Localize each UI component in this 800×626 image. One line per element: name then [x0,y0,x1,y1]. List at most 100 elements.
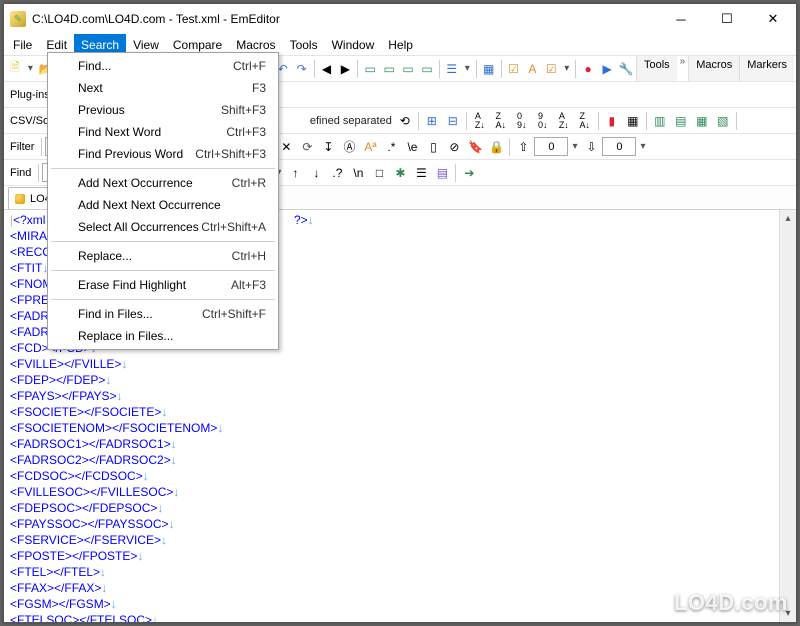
menu-item-replace-in-files[interactable]: Replace in Files... [50,325,276,347]
csv-more-button[interactable]: ▦ [623,111,643,131]
filter-lock-button[interactable]: 🔒 [486,137,506,157]
bookmark-prev-button[interactable]: ◀ [318,59,336,79]
find-highlight-button[interactable]: ▤ [432,163,452,183]
properties-button[interactable]: ☑ [505,59,523,79]
filter-above-spin[interactable]: ▾ [569,141,580,152]
menu-item-erase-find-highlight[interactable]: Erase Find HighlightAlt+F3 [50,274,276,296]
code-line: <FPAYS></FPAYS>↓ [10,388,773,404]
find-go-button[interactable]: ✱ [390,163,410,183]
menu-separator [51,299,275,300]
vertical-scrollbar[interactable]: ▴ ▾ [779,210,796,622]
wrap-none-button[interactable]: ▭ [361,59,379,79]
menu-item-find-previous-word[interactable]: Find Previous WordCtrl+Shift+F3 [50,143,276,165]
sort-az-desc[interactable]: ZA↓ [491,111,511,131]
menu-file[interactable]: File [6,34,39,55]
bookmark-next-button[interactable]: ▶ [336,59,354,79]
find-prev-button[interactable]: ↑ [285,163,305,183]
outline-button[interactable]: ▦ [480,59,498,79]
sort-09-asc[interactable]: 09↓ [512,111,532,131]
find-esc-button[interactable]: .? [327,163,347,183]
filter-below-spin[interactable]: ▾ [637,141,648,152]
new-file-button[interactable]: 🗎 [6,59,24,79]
menu-item-previous[interactable]: PreviousShift+F3 [50,99,276,121]
customize-button[interactable]: ☑ [542,59,560,79]
csv-g2[interactable]: ▤ [671,111,691,131]
menu-item-label: Find Previous Word [78,147,183,161]
csv-g4[interactable]: ▧ [713,111,733,131]
csv-g3[interactable]: ▦ [692,111,712,131]
find-next-button[interactable]: ↓ [306,163,326,183]
menu-item-find-in-files[interactable]: Find in Files...Ctrl+Shift+F [50,303,276,325]
find-run-button[interactable]: ➔ [459,163,479,183]
menu-tools[interactable]: Tools [283,34,325,55]
pane-tools-chev[interactable]: » [677,56,689,81]
code-line: <FTELSOC></FTELSOC>↓ [10,612,773,622]
delete-dup-button[interactable]: ▮ [602,111,622,131]
config-button[interactable]: ☰ [443,59,461,79]
run-macro-button[interactable]: ▶ [598,59,616,79]
csv-cols-button[interactable]: ⊞ [422,111,442,131]
maximize-button[interactable]: ☐ [704,4,750,34]
sort-az-asc[interactable]: AZ↓ [470,111,490,131]
menu-item-label: Add Next Occurrence [78,176,193,190]
filter-down-button[interactable]: ⇩ [581,137,601,157]
find-list-button[interactable]: ☰ [411,163,431,183]
menu-item-next[interactable]: NextF3 [50,77,276,99]
filter-up-button[interactable]: ⇧ [513,137,533,157]
menu-item-replace[interactable]: Replace...Ctrl+H [50,245,276,267]
filter-lines-below[interactable] [602,137,636,156]
menu-item-select-all-occurrences[interactable]: Select All OccurrencesCtrl+Shift+A [50,216,276,238]
filter-inc-button[interactable]: ↧ [318,137,338,157]
filter-escape-button[interactable]: \e [402,137,422,157]
csv-loop-icon[interactable]: ⟲ [395,111,415,131]
code-line: <FVILLESOC></FVILLESOC>↓ [10,484,773,500]
filter-clear-button[interactable]: ✕ [276,137,296,157]
filter-whole-button[interactable]: ▯ [423,137,443,157]
filter-lines-above[interactable] [534,137,568,156]
pane-markers[interactable]: Markers [739,56,794,81]
find-esc3-button[interactable]: □ [369,163,389,183]
scroll-up-button[interactable]: ▴ [780,210,796,227]
filter-regex-button[interactable]: .* [381,137,401,157]
find-esc2-button[interactable]: \n [348,163,368,183]
menu-item-label: Find Next Word [78,125,161,139]
new-file-menu[interactable]: ▾ [25,63,36,74]
sort-len-desc[interactable]: ZA↓ [575,111,595,131]
pane-tools[interactable]: Tools [636,56,677,81]
minimize-button[interactable]: ─ [658,4,704,34]
filter-abort-button[interactable]: Ⓐ [339,137,359,157]
sort-len-asc[interactable]: AZ↓ [554,111,574,131]
menu-help[interactable]: Help [381,34,420,55]
menu-item-add-next-next-occurrence[interactable]: Add Next Next Occurrence [50,194,276,216]
csv-separated-text: efined separated [308,115,394,127]
csv-g1[interactable]: ▥ [650,111,670,131]
customize-menu[interactable]: ▾ [561,63,572,74]
filter-refresh-button[interactable]: ⟳ [297,137,317,157]
record-macro-button[interactable]: ● [579,59,597,79]
filter-neg-button[interactable]: ⊘ [444,137,464,157]
csv-rows-button[interactable]: ⊟ [443,111,463,131]
macro-ref-button[interactable]: 🔧 [617,59,635,79]
filter-case-button[interactable]: Aª [360,137,380,157]
wrap-page-button[interactable]: ▭ [399,59,417,79]
menu-item-label: Select All Occurrences [78,220,199,234]
wrap-window-button[interactable]: ▭ [380,59,398,79]
menu-item-find[interactable]: Find...Ctrl+F [50,55,276,77]
menu-item-shortcut: Ctrl+Shift+A [201,220,266,234]
sort-09-desc[interactable]: 90↓ [533,111,553,131]
app-icon: ✎ [10,11,26,27]
pane-macros[interactable]: Macros [688,56,739,81]
menu-item-shortcut: Ctrl+Shift+F [202,307,266,321]
filter-bookmark-button[interactable]: 🔖 [465,137,485,157]
wrap-char-button[interactable]: ▭ [418,59,436,79]
scroll-down-button[interactable]: ▾ [780,605,796,622]
redo-button[interactable]: ↷ [293,59,311,79]
menu-window[interactable]: Window [325,34,382,55]
menu-item-add-next-occurrence[interactable]: Add Next OccurrenceCtrl+R [50,172,276,194]
close-button[interactable]: ✕ [750,4,796,34]
config-menu[interactable]: ▾ [462,63,473,74]
font-button[interactable]: A [523,59,541,79]
side-panes: Tools » Macros Markers [636,56,794,81]
menu-separator [51,270,275,271]
menu-item-find-next-word[interactable]: Find Next WordCtrl+F3 [50,121,276,143]
